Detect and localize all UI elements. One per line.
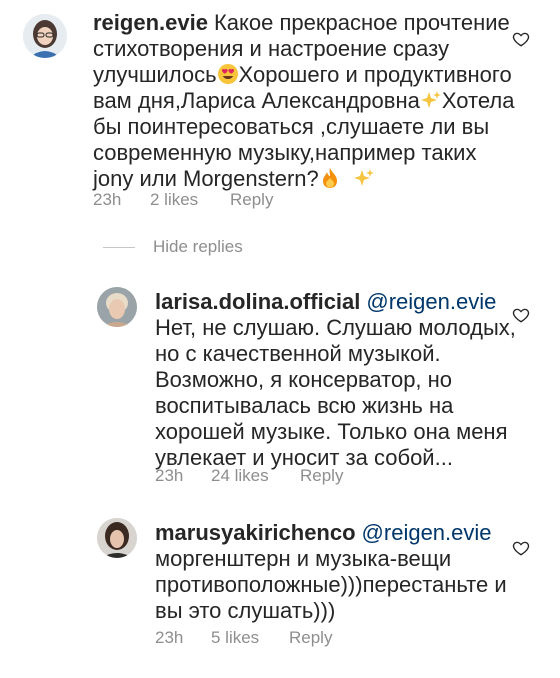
comment-likes[interactable]: 2 likes	[150, 190, 230, 210]
reply-button[interactable]: Reply	[230, 190, 273, 210]
user-avatar-icon	[97, 518, 137, 558]
reply-time: 23h	[155, 628, 184, 647]
reply-button[interactable]: Reply	[300, 466, 343, 486]
reply-line: воспитывалась всю жизнь на	[155, 393, 454, 418]
reply-username[interactable]: larisa.dolina.official	[155, 289, 360, 314]
reply-text: larisa.dolina.official @reigen.evie Нет, …	[155, 289, 530, 471]
comment-username[interactable]: reigen.evie	[93, 10, 208, 35]
comment-line: jony или Morgenstern?	[93, 166, 319, 191]
avatar-marusyakirichenco[interactable]	[97, 518, 137, 558]
comment-time: 23h	[93, 190, 122, 209]
fire-emoji-icon	[322, 168, 337, 188]
hide-replies-line	[103, 246, 135, 248]
reply-line: противоположные)))перестаньте и	[155, 572, 507, 597]
reply-text: marusyakirichenco @reigen.evie моргенштер…	[155, 520, 530, 624]
user-avatar-icon	[97, 287, 137, 327]
comment-line: современную музыку,например таких	[93, 140, 477, 165]
hide-replies-label: Hide replies	[153, 237, 243, 256]
comment-line: стихотворения и настроение сразу	[93, 36, 449, 61]
like-heart-icon[interactable]	[512, 306, 530, 324]
avatar-larisa-dolina[interactable]	[97, 287, 137, 327]
reply-button[interactable]: Reply	[289, 628, 332, 648]
comment-line: Какое прекрасное прочтение	[213, 10, 510, 35]
reply-mention[interactable]: @reigen.evie	[362, 520, 492, 545]
comment-line: Хорошего и продуктивного	[238, 62, 512, 87]
sparkles-emoji-icon	[353, 169, 374, 186]
reply-line: вы это слушать)))	[155, 598, 336, 623]
reply-line: хорошей музыке. Только она меня	[155, 419, 508, 444]
like-heart-icon[interactable]	[512, 30, 530, 48]
reply-likes[interactable]: 5 likes	[211, 628, 289, 648]
avatar-reigen-evie[interactable]	[23, 14, 67, 58]
comment-meta: 23h 2 likes Reply	[93, 190, 273, 210]
comment-line: вам дня,Лариса Александровна	[93, 88, 420, 113]
reply-line: Возможно, я консерватор, но	[155, 367, 453, 392]
heart-eyes-emoji-icon	[217, 64, 238, 84]
sparkles-emoji-icon	[420, 91, 441, 108]
reply-line: Нет, не слушаю. Слушаю молодых,	[155, 315, 516, 340]
reply-username[interactable]: marusyakirichenco	[155, 520, 356, 545]
reply-mention[interactable]: @reigen.evie	[366, 289, 496, 314]
comment-line: бы поинтересоваться ,слушаете ли вы	[93, 114, 490, 139]
reply-meta: 23h 5 likes Reply	[155, 628, 332, 648]
comment-text: reigen.evie Какое прекрасное прочтение ст…	[93, 10, 533, 192]
hide-replies-button[interactable]: Hide replies	[103, 237, 243, 257]
comment-line: Хотела	[441, 88, 515, 113]
reply-time: 23h	[155, 466, 184, 485]
reply-meta: 23h 24 likes Reply	[155, 466, 343, 486]
comment-line: улучшилось	[93, 62, 217, 87]
reply-line: но с качественной музыкой.	[155, 341, 441, 366]
reply-line: моргенштерн и музыка-вещи	[155, 546, 452, 571]
reply-likes[interactable]: 24 likes	[211, 466, 300, 486]
like-heart-icon[interactable]	[512, 539, 530, 557]
user-avatar-icon	[23, 14, 67, 58]
